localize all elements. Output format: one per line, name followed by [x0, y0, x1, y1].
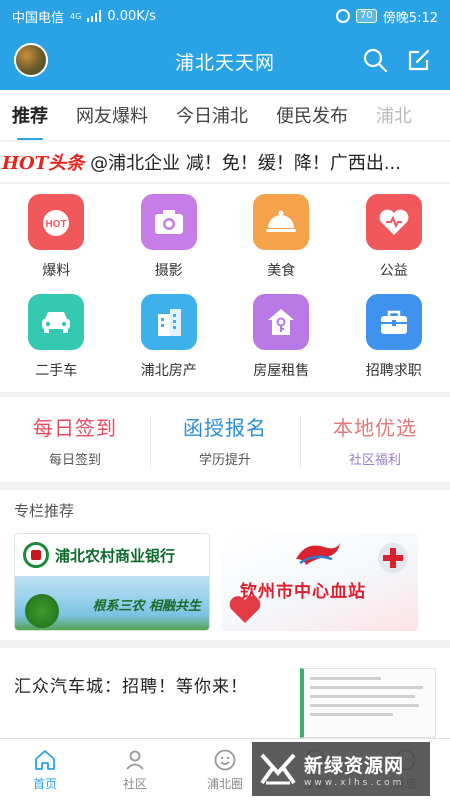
- dish-icon: [253, 194, 310, 250]
- grid-item-photography[interactable]: 摄影: [113, 194, 226, 294]
- promo-daily-checkin[interactable]: 每日签到 每日签到: [0, 412, 150, 468]
- grid-label: 房屋租售: [253, 363, 310, 379]
- person-icon: [126, 750, 144, 770]
- tab-recommend[interactable]: 推荐: [12, 102, 48, 128]
- grid-item-food[interactable]: 美食: [225, 194, 338, 294]
- watermark-url: www.xlhs.com: [304, 777, 405, 788]
- feature-grid: HOT 爆料 摄影 美食 公益 二手车 浦北房产 房屋租售 招聘求职: [0, 184, 450, 392]
- promo-subtitle: 学历提升: [198, 452, 251, 468]
- news-title[interactable]: 汇众汽车城：招聘！等你来！: [14, 672, 248, 697]
- grid-label: 摄影: [154, 263, 183, 279]
- camera-icon: [140, 194, 197, 250]
- news-thumbnail: [300, 668, 436, 738]
- grid-label: 招聘求职: [365, 363, 422, 379]
- bank-logo-icon: [23, 542, 49, 568]
- grid-item-charity[interactable]: 公益: [338, 194, 450, 294]
- hot-icon: HOT: [28, 194, 85, 250]
- house-key-icon: [253, 294, 310, 350]
- promo-local-picks[interactable]: 本地优选 社区福利: [300, 412, 450, 468]
- promo-subtitle: 社区福利: [348, 452, 401, 468]
- watermark-name: 新绿资源网: [304, 754, 405, 777]
- heart-icon: [365, 194, 422, 250]
- signal-icon: [87, 10, 102, 22]
- tab-today-pubei[interactable]: 今日浦北: [176, 102, 248, 128]
- status-left: 中国电信 4G 0.00K/s: [12, 7, 156, 26]
- promo-subtitle: 每日签到: [48, 452, 101, 468]
- grid-label: 二手车: [35, 363, 78, 379]
- nav-home[interactable]: 首页: [0, 739, 90, 800]
- user-avatar[interactable]: [14, 43, 48, 77]
- nav-label: 社区: [122, 776, 147, 791]
- nav-community[interactable]: 社区: [90, 739, 180, 800]
- network-speed: 0.00K/s: [107, 8, 156, 24]
- grid-item-real-estate[interactable]: 浦北房产: [113, 294, 226, 394]
- building-icon: [140, 294, 197, 350]
- dolphin-icon: [296, 543, 340, 565]
- grid-item-house-rental[interactable]: 房屋租售: [225, 294, 338, 394]
- car-icon: [28, 294, 85, 350]
- nav-label: 首页: [32, 776, 57, 791]
- grid-item-jobs[interactable]: 招聘求职: [338, 294, 450, 394]
- grid-label: 公益: [379, 263, 408, 279]
- grid-label: 美食: [267, 263, 296, 279]
- bank-banner-scene: 根系三农 相融共生: [15, 576, 209, 630]
- app-title: 浦北天天网: [174, 51, 275, 74]
- promo-title: 函授报名: [183, 415, 267, 440]
- headline-ticker[interactable]: HOT头条 @浦北企业 减！免！缓！降！广西出...: [0, 142, 450, 182]
- grid-item-used-cars[interactable]: 二手车: [0, 294, 113, 394]
- tab-user-reports[interactable]: 网友爆料: [76, 102, 148, 128]
- grid-item-report[interactable]: HOT 爆料: [0, 194, 113, 294]
- status-bar: 中国电信 4G 0.00K/s 70 傍晚5:12: [0, 0, 450, 32]
- briefcase-icon: [365, 294, 422, 350]
- heart-icon: [229, 596, 261, 623]
- battery-icon: 70: [356, 9, 377, 23]
- svg-text:HOT: HOT: [46, 219, 67, 230]
- news-item[interactable]: 汇众汽车城：招聘！等你来！: [0, 648, 450, 738]
- bank-slogan: 根系三农 相融共生: [92, 598, 201, 614]
- bank-banner[interactable]: 浦北农村商业银行 根系三农 相融共生: [14, 533, 210, 631]
- edit-icon[interactable]: [406, 47, 432, 73]
- app-header: 浦北天天网: [0, 32, 450, 90]
- ticker-text[interactable]: @浦北企业 减！免！缓！降！广西出...: [90, 149, 401, 175]
- status-right: 70 傍晚5:12: [336, 7, 438, 26]
- nav-label: 浦北圈: [206, 776, 243, 791]
- watermark-logo-icon: [260, 753, 296, 785]
- promo-strip: 每日签到 每日签到 函授报名 学历提升 本地优选 社区福利: [0, 397, 450, 482]
- section-title: 专栏推荐: [0, 490, 450, 530]
- site-watermark: 新绿资源网 www.xlhs.com: [252, 742, 430, 796]
- blood-station-banner[interactable]: 钦州市中心血站: [222, 533, 418, 631]
- cross-icon: [378, 543, 408, 573]
- tab-pubei-partial[interactable]: 浦北: [376, 102, 412, 128]
- smile-icon: [214, 749, 236, 770]
- tree-icon: [25, 594, 59, 628]
- alarm-icon: [336, 9, 351, 23]
- signal-tag: 4G: [70, 11, 82, 21]
- bank-name: 浦北农村商业银行: [55, 546, 176, 565]
- promo-title: 本地优选: [333, 415, 417, 440]
- grid-label: 爆料: [42, 263, 71, 279]
- promo-title: 每日签到: [33, 415, 117, 440]
- column-banners: 浦北农村商业银行 根系三农 相融共生 钦州市中心血站: [0, 530, 450, 640]
- tab-convenience-posts[interactable]: 便民发布: [276, 102, 348, 128]
- carrier-name: 中国电信: [12, 10, 65, 26]
- bank-banner-top: 浦北农村商业银行: [15, 534, 209, 576]
- category-tabs: 推荐 网友爆料 今日浦北 便民发布 浦北: [0, 90, 450, 140]
- grid-label: 浦北房产: [140, 363, 197, 379]
- search-icon[interactable]: [362, 47, 388, 73]
- home-icon: [35, 749, 55, 770]
- promo-correspondence-enroll[interactable]: 函授报名 学历提升: [150, 412, 300, 468]
- hot-headline-badge: HOT头条: [2, 153, 85, 174]
- clock: 傍晚5:12: [382, 10, 438, 26]
